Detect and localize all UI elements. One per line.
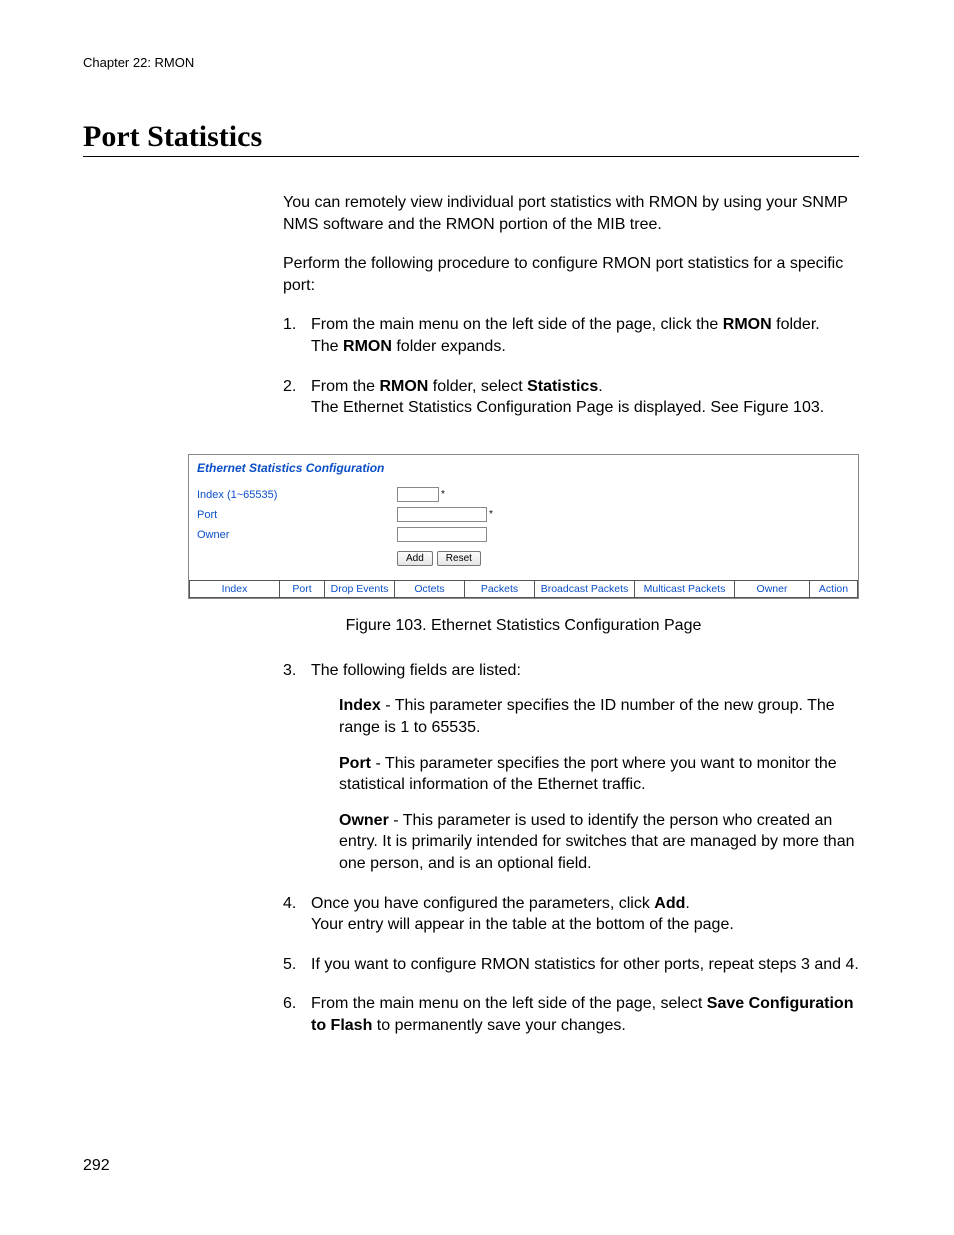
text: . <box>598 378 602 395</box>
col-header-owner: Owner <box>734 581 809 597</box>
text: From the main menu on the left side of t… <box>311 995 707 1012</box>
step-number: 5. <box>283 954 311 976</box>
text: - This parameter specifies the ID number… <box>339 697 835 736</box>
figure-panel-title: Ethernet Statistics Configuration <box>189 455 858 485</box>
step-number: 2. <box>283 376 311 419</box>
page-number: 292 <box>83 1157 110 1175</box>
col-header-port: Port <box>279 581 324 597</box>
index-input[interactable] <box>397 487 439 502</box>
step-6: 6. From the main menu on the left side o… <box>283 993 859 1036</box>
col-header-drop-events: Drop Events <box>324 581 394 597</box>
bold-statistics: Statistics <box>527 378 598 395</box>
section-title: Port Statistics <box>83 120 859 157</box>
intro-paragraph-1: You can remotely view individual port st… <box>283 192 859 235</box>
col-header-action: Action <box>809 581 858 597</box>
field-label-index: Index <box>339 697 381 714</box>
text: folder, select <box>428 378 527 395</box>
text: to permanently save your changes. <box>372 1017 625 1034</box>
figure-caption: Figure 103. Ethernet Statistics Configur… <box>188 617 859 635</box>
reset-button[interactable]: Reset <box>437 551 481 566</box>
text: - This parameter specifies the port wher… <box>339 755 837 794</box>
col-header-multicast-packets: Multicast Packets <box>634 581 734 597</box>
text: folder expands. <box>392 338 506 355</box>
index-label: Index (1~65535) <box>197 489 397 501</box>
field-label-owner: Owner <box>339 812 389 829</box>
port-label: Port <box>197 509 397 521</box>
step-number: 4. <box>283 893 311 936</box>
figure-ethernet-statistics-config: Ethernet Statistics Configuration Index … <box>188 454 859 599</box>
col-header-packets: Packets <box>464 581 534 597</box>
step-5: 5. If you want to configure RMON statist… <box>283 954 859 976</box>
text: Once you have configured the parameters,… <box>311 895 654 912</box>
text: . <box>685 895 689 912</box>
step-number: 3. <box>283 660 311 875</box>
text: - This parameter is used to identify the… <box>339 812 855 872</box>
step-3: 3. The following fields are listed: Inde… <box>283 660 859 875</box>
step-1: 1. From the main menu on the left side o… <box>283 314 859 357</box>
step-4: 4. Once you have configured the paramete… <box>283 893 859 936</box>
chapter-header: Chapter 22: RMON <box>83 55 859 70</box>
text: The following fields are listed: <box>311 662 521 679</box>
text: If you want to configure RMON statistics… <box>311 956 859 973</box>
field-label-port: Port <box>339 755 371 772</box>
col-header-octets: Octets <box>394 581 464 597</box>
step-2: 2. From the RMON folder, select Statisti… <box>283 376 859 419</box>
add-button[interactable]: Add <box>397 551 433 566</box>
text: folder. <box>772 316 820 333</box>
stats-table-header-row: Index Port Drop Events Octets Packets Br… <box>189 580 858 598</box>
text: The <box>311 338 343 355</box>
required-star-icon: * <box>489 510 493 520</box>
text: From the <box>311 378 379 395</box>
bold-rmon: RMON <box>723 316 772 333</box>
owner-input[interactable] <box>397 527 487 542</box>
required-star-icon: * <box>441 490 445 500</box>
bold-rmon: RMON <box>379 378 428 395</box>
text: From the main menu on the left side of t… <box>311 316 723 333</box>
col-header-index: Index <box>189 581 279 597</box>
bold-rmon: RMON <box>343 338 392 355</box>
text: Your entry will appear in the table at t… <box>311 916 734 933</box>
owner-label: Owner <box>197 529 397 541</box>
step-number: 1. <box>283 314 311 357</box>
intro-paragraph-2: Perform the following procedure to confi… <box>283 253 859 296</box>
col-header-broadcast-packets: Broadcast Packets <box>534 581 634 597</box>
port-input[interactable] <box>397 507 487 522</box>
bold-add: Add <box>654 895 685 912</box>
step-number: 6. <box>283 993 311 1036</box>
text: The Ethernet Statistics Configuration Pa… <box>311 399 824 416</box>
